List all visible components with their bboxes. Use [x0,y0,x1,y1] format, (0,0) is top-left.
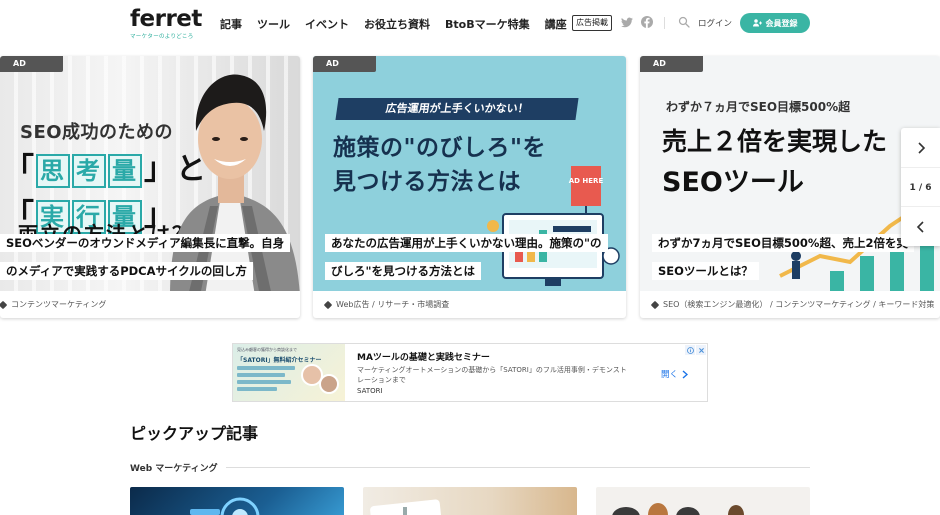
nav-item-tools[interactable]: ツール [257,16,290,32]
slider-card-2[interactable]: 広告運用が上手くいかない！ 施策の"のびしろ"を 見つける方法とは AD HER… [313,56,626,318]
card-image-banner: 広告運用が上手くいかない！ [335,98,579,120]
ad-badge: AD [640,56,703,72]
pickup-card-2[interactable] [363,487,577,515]
ad-banner-sponsor: SATORI [357,387,383,395]
card-title[interactable]: わずか7ヵ月でSEO目標500%超、売上2倍を実 SEOツールとは？ [640,228,940,284]
card-title[interactable]: あなたの広告運用が上手くいかない理由。施策の"の びしろ"を見つける方法とは [313,228,626,284]
adchoices[interactable] [685,345,706,355]
ad-banner[interactable]: 見込み顧客の獲得から商談化まで 「SATORI」無料紹介セミナー MAツールの基… [232,343,708,402]
pickup-image [370,499,443,515]
nav-item-btob[interactable]: BtoBマーケ特集 [445,16,530,32]
twitter-icon[interactable] [621,17,633,28]
tag-icon [323,300,333,309]
register-button[interactable]: 会員登録 [740,13,810,33]
close-icon[interactable] [696,345,706,355]
search-icon[interactable] [678,16,690,28]
ad-banner-description: マーケティングオートメーションの基礎から「SATORI」のフル活用事例・デモンス… [357,366,627,384]
pickup-heading: ピックアップ記事 [130,424,259,443]
chevron-right-icon [682,369,689,379]
chevron-left-icon [916,220,924,233]
card-image-text: 売上２倍を実現した [662,127,888,156]
logo-wordmark: ferret [130,6,202,32]
ad-banner-open-button[interactable]: 開く [661,368,689,380]
slider-controls: 1 / 6 [901,128,940,246]
slider-next-button[interactable] [901,128,940,167]
pickup-image [190,497,260,515]
ad-banner-thumbnail: 見込み顧客の獲得から商談化まで 「SATORI」無料紹介セミナー [233,344,345,401]
card-category[interactable]: コンテンツマーケティング [0,299,106,310]
ad-badge: AD [313,56,376,72]
card-category[interactable]: Web広告 / リサーチ・市場調査 [323,299,449,310]
register-label: 会員登録 [765,18,798,28]
section-label: Web マーケティング [130,464,218,474]
pickup-card-3[interactable] [596,487,810,515]
main-nav: 記事 ツール イベント お役立ち資料 BtoBマーケ特集 講座 [220,0,567,48]
tag-icon [650,300,660,309]
header-divider [664,17,665,29]
ferret-logo[interactable]: ferret マーケターのよりどころ [130,6,202,40]
section-divider [226,467,810,468]
card-category[interactable]: SEO（検索エンジン最適化） / コンテンツマーケティング / キーワード対策 [650,299,934,310]
avatar [319,374,339,394]
adchoices-icon[interactable] [685,345,695,355]
slider-prev-button[interactable] [901,207,940,246]
slider-counter: 1 / 6 [901,167,940,207]
nav-item-resources[interactable]: お役立ち資料 [364,16,430,32]
facebook-icon[interactable] [641,16,653,28]
card-image-text: わずか７ヵ月でSEO目標500%超 [666,100,851,114]
pickup-image [612,503,744,515]
nav-item-courses[interactable]: 講座 [545,16,567,32]
user-add-icon [752,19,762,27]
login-link[interactable]: ログイン [698,17,732,29]
logo-tagline: マーケターのよりどころ [130,34,194,40]
ad-badge: AD [0,56,63,72]
card-title[interactable]: SEOベンダーのオウンドメディア編集長に直撃。自身 のメディアで実践するPDCA… [0,228,300,284]
card-image-text: SEO成功のための [20,122,174,143]
slider-card-1[interactable]: SEO成功のための 「思考量」と 「実行量」 両立の方法とは？ AD SEOベン… [0,56,300,318]
site-header: ferret マーケターのよりどころ 記事 ツール イベント お役立ち資料 Bt… [0,0,940,48]
card-image-text: 施策の"のびしろ"を [333,135,546,161]
chevron-right-icon [917,141,925,154]
slider-card-3[interactable]: わずか７ヵ月でSEO目標500%超 売上２倍を実現した SEOツール AD わず… [640,56,940,318]
pickup-card-1[interactable] [130,487,344,515]
tag-icon [0,300,8,309]
nav-item-articles[interactable]: 記事 [220,16,242,32]
svg-text:AD HERE: AD HERE [569,177,604,185]
ad-listing-button[interactable]: 広告掲載 [572,15,612,31]
ad-banner-title: MAツールの基礎と実践セミナー [357,353,490,363]
nav-item-events[interactable]: イベント [305,16,349,32]
